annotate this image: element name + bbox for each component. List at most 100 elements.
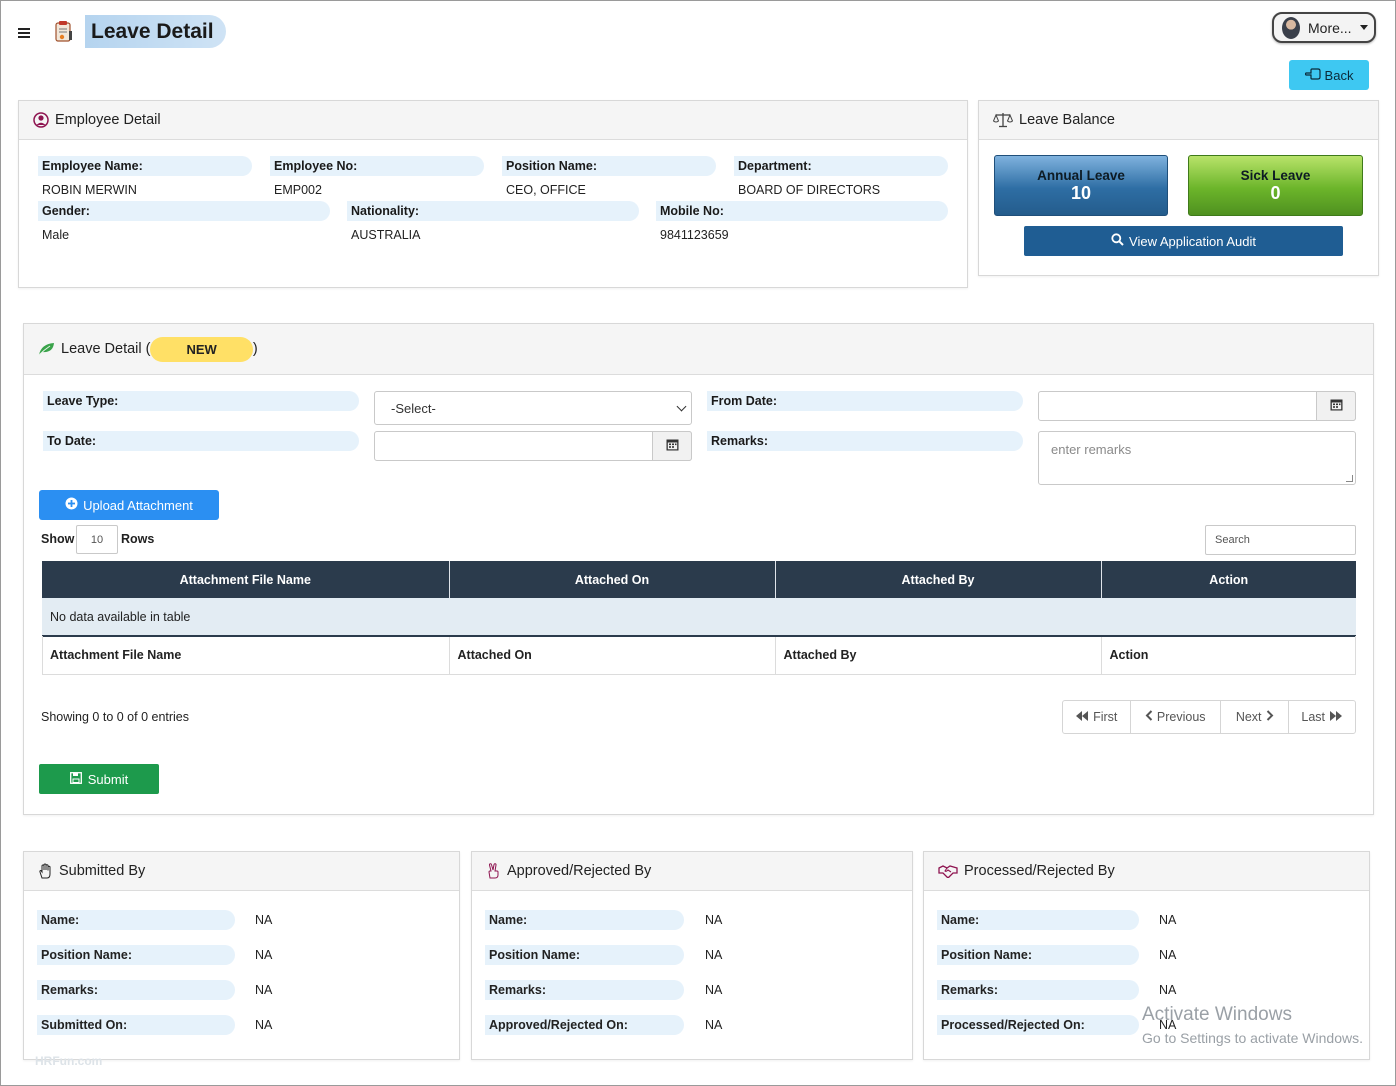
to-date-calendar-button[interactable] bbox=[652, 431, 692, 461]
approved-by-title: Approved/Rejected By bbox=[507, 863, 652, 879]
approved-remarks-label: Remarks: bbox=[485, 980, 684, 1000]
more-menu-label: More... bbox=[1308, 19, 1352, 36]
processed-position-value: NA bbox=[1159, 948, 1177, 962]
leave-balance-title: Leave Balance bbox=[1019, 112, 1115, 128]
attachments-table: Attachment File Name Attached On Attache… bbox=[42, 561, 1356, 675]
hand-peace-icon bbox=[486, 863, 501, 879]
last-page-button[interactable]: Last bbox=[1289, 701, 1355, 733]
employee-no-value: EMP002 bbox=[274, 183, 322, 197]
submitted-by-panel: Submitted By Name: NA Position Name: NA … bbox=[23, 851, 460, 1060]
rows-label: Rows bbox=[121, 532, 155, 546]
sick-leave-value: 0 bbox=[1270, 183, 1281, 203]
double-chevron-left-icon bbox=[1075, 710, 1089, 724]
table-row: No data available in table bbox=[42, 598, 1356, 637]
footer-action: Action bbox=[1101, 636, 1356, 675]
leave-balance-panel: Leave Balance Annual Leave 10 Sick Leave… bbox=[978, 100, 1379, 276]
table-footer-row: Attachment File Name Attached On Attache… bbox=[42, 636, 1356, 675]
empty-table-message: No data available in table bbox=[42, 598, 1356, 637]
back-button-label: Back bbox=[1324, 67, 1354, 83]
pagination: First Previous Next Last bbox=[1062, 700, 1356, 734]
approved-by-header: Approved/Rejected By bbox=[472, 852, 912, 891]
double-chevron-right-icon bbox=[1329, 710, 1343, 724]
leaf-icon bbox=[38, 342, 55, 356]
hamburger-icon bbox=[18, 32, 30, 34]
approved-name-label: Name: bbox=[485, 910, 684, 930]
leave-app-icon bbox=[53, 19, 75, 45]
footer-attached-by: Attached By bbox=[775, 636, 1102, 675]
submitted-remarks-value: NA bbox=[255, 983, 273, 997]
previous-page-button[interactable]: Previous bbox=[1131, 701, 1221, 733]
hand-paper-icon bbox=[38, 863, 53, 879]
chevron-left-icon bbox=[1145, 710, 1153, 724]
approved-remarks-value: NA bbox=[705, 983, 723, 997]
submit-label: Submit bbox=[87, 771, 129, 787]
footer-attached-on: Attached On bbox=[449, 636, 776, 675]
upload-attachment-label: Upload Attachment bbox=[83, 497, 193, 513]
column-header-attached-by[interactable]: Attached By bbox=[775, 561, 1102, 598]
submit-button[interactable]: Submit bbox=[39, 764, 159, 794]
handshake-icon bbox=[938, 864, 958, 878]
table-search-placeholder: Search bbox=[1215, 534, 1250, 546]
submitted-name-value: NA bbox=[255, 913, 273, 927]
rows-per-page-value: 10 bbox=[90, 533, 104, 546]
leave-balance-header: Leave Balance bbox=[979, 101, 1378, 140]
upload-attachment-button[interactable]: Upload Attachment bbox=[39, 490, 219, 520]
remarks-textarea[interactable]: enter remarks bbox=[1038, 431, 1356, 485]
from-date-input[interactable] bbox=[1038, 391, 1356, 421]
back-button[interactable]: Back bbox=[1289, 60, 1369, 90]
processed-by-title: Processed/Rejected By bbox=[964, 863, 1115, 879]
position-name-label: Position Name: bbox=[502, 156, 716, 176]
submitted-by-header: Submitted By bbox=[24, 852, 459, 891]
employee-name-label: Employee Name: bbox=[38, 156, 252, 176]
sick-leave-tile[interactable]: Sick Leave 0 bbox=[1188, 155, 1363, 216]
plus-circle-icon bbox=[65, 497, 78, 513]
column-header-file-name[interactable]: Attachment File Name bbox=[42, 561, 450, 598]
submitted-name-label: Name: bbox=[37, 910, 235, 930]
from-date-calendar-button[interactable] bbox=[1316, 391, 1356, 421]
approved-by-panel: Approved/Rejected By Name: NA Position N… bbox=[471, 851, 913, 1060]
view-application-audit-button[interactable]: View Application Audit bbox=[1024, 226, 1343, 256]
footer-brand: HRFun.com bbox=[35, 1054, 103, 1068]
rows-per-page-input[interactable]: 10 bbox=[76, 525, 118, 554]
activate-windows-watermark: Activate Windows Go to Settings to activ… bbox=[1142, 1004, 1363, 1046]
mobile-value: 9841123659 bbox=[660, 228, 729, 242]
employee-name-value: ROBIN MERWIN bbox=[42, 183, 137, 197]
menu-toggle-button[interactable] bbox=[13, 23, 35, 43]
calendar-icon bbox=[1330, 398, 1343, 414]
column-header-attached-on[interactable]: Attached On bbox=[449, 561, 776, 598]
first-page-button[interactable]: First bbox=[1063, 701, 1131, 733]
watermark-line-1: Activate Windows bbox=[1142, 1004, 1292, 1025]
table-search-input[interactable]: Search bbox=[1205, 525, 1356, 555]
mobile-label: Mobile No: bbox=[656, 201, 948, 221]
footer-file-name: Attachment File Name bbox=[42, 636, 450, 675]
annual-leave-label: Annual Leave bbox=[1037, 168, 1125, 183]
employee-detail-title: Employee Detail bbox=[55, 112, 161, 128]
submitted-position-value: NA bbox=[255, 948, 273, 962]
resize-handle-icon[interactable] bbox=[1346, 475, 1353, 482]
to-date-label: To Date: bbox=[43, 431, 359, 451]
column-header-action[interactable]: Action bbox=[1101, 561, 1356, 598]
leave-type-selected: -Select- bbox=[391, 400, 436, 416]
next-page-button[interactable]: Next bbox=[1221, 701, 1290, 733]
approved-name-value: NA bbox=[705, 913, 723, 927]
calendar-icon bbox=[666, 438, 679, 454]
show-label: Show bbox=[41, 532, 75, 546]
employee-no-label: Employee No: bbox=[270, 156, 484, 176]
processed-remarks-value: NA bbox=[1159, 983, 1177, 997]
leave-detail-title: Leave Detail ( bbox=[61, 341, 151, 357]
employee-detail-header: Employee Detail bbox=[19, 101, 967, 140]
more-menu-button[interactable]: More... bbox=[1272, 12, 1376, 43]
position-name-value: CEO, OFFICE bbox=[506, 183, 586, 197]
page-title: Leave Detail bbox=[85, 15, 226, 48]
to-date-input[interactable] bbox=[374, 431, 692, 461]
submitted-remarks-label: Remarks: bbox=[37, 980, 235, 1000]
leave-type-select[interactable]: -Select- bbox=[374, 391, 692, 425]
employee-detail-panel: Employee Detail Employee Name: ROBIN MER… bbox=[18, 100, 968, 288]
status-badge: NEW bbox=[150, 336, 253, 362]
view-application-audit-label: View Application Audit bbox=[1129, 233, 1256, 249]
leave-detail-header: Leave Detail ( NEW ) bbox=[24, 324, 1373, 375]
nationality-label: Nationality: bbox=[347, 201, 639, 221]
chevron-down-icon bbox=[676, 401, 687, 412]
chevron-right-icon bbox=[1266, 710, 1274, 724]
annual-leave-tile[interactable]: Annual Leave 10 bbox=[994, 155, 1168, 216]
